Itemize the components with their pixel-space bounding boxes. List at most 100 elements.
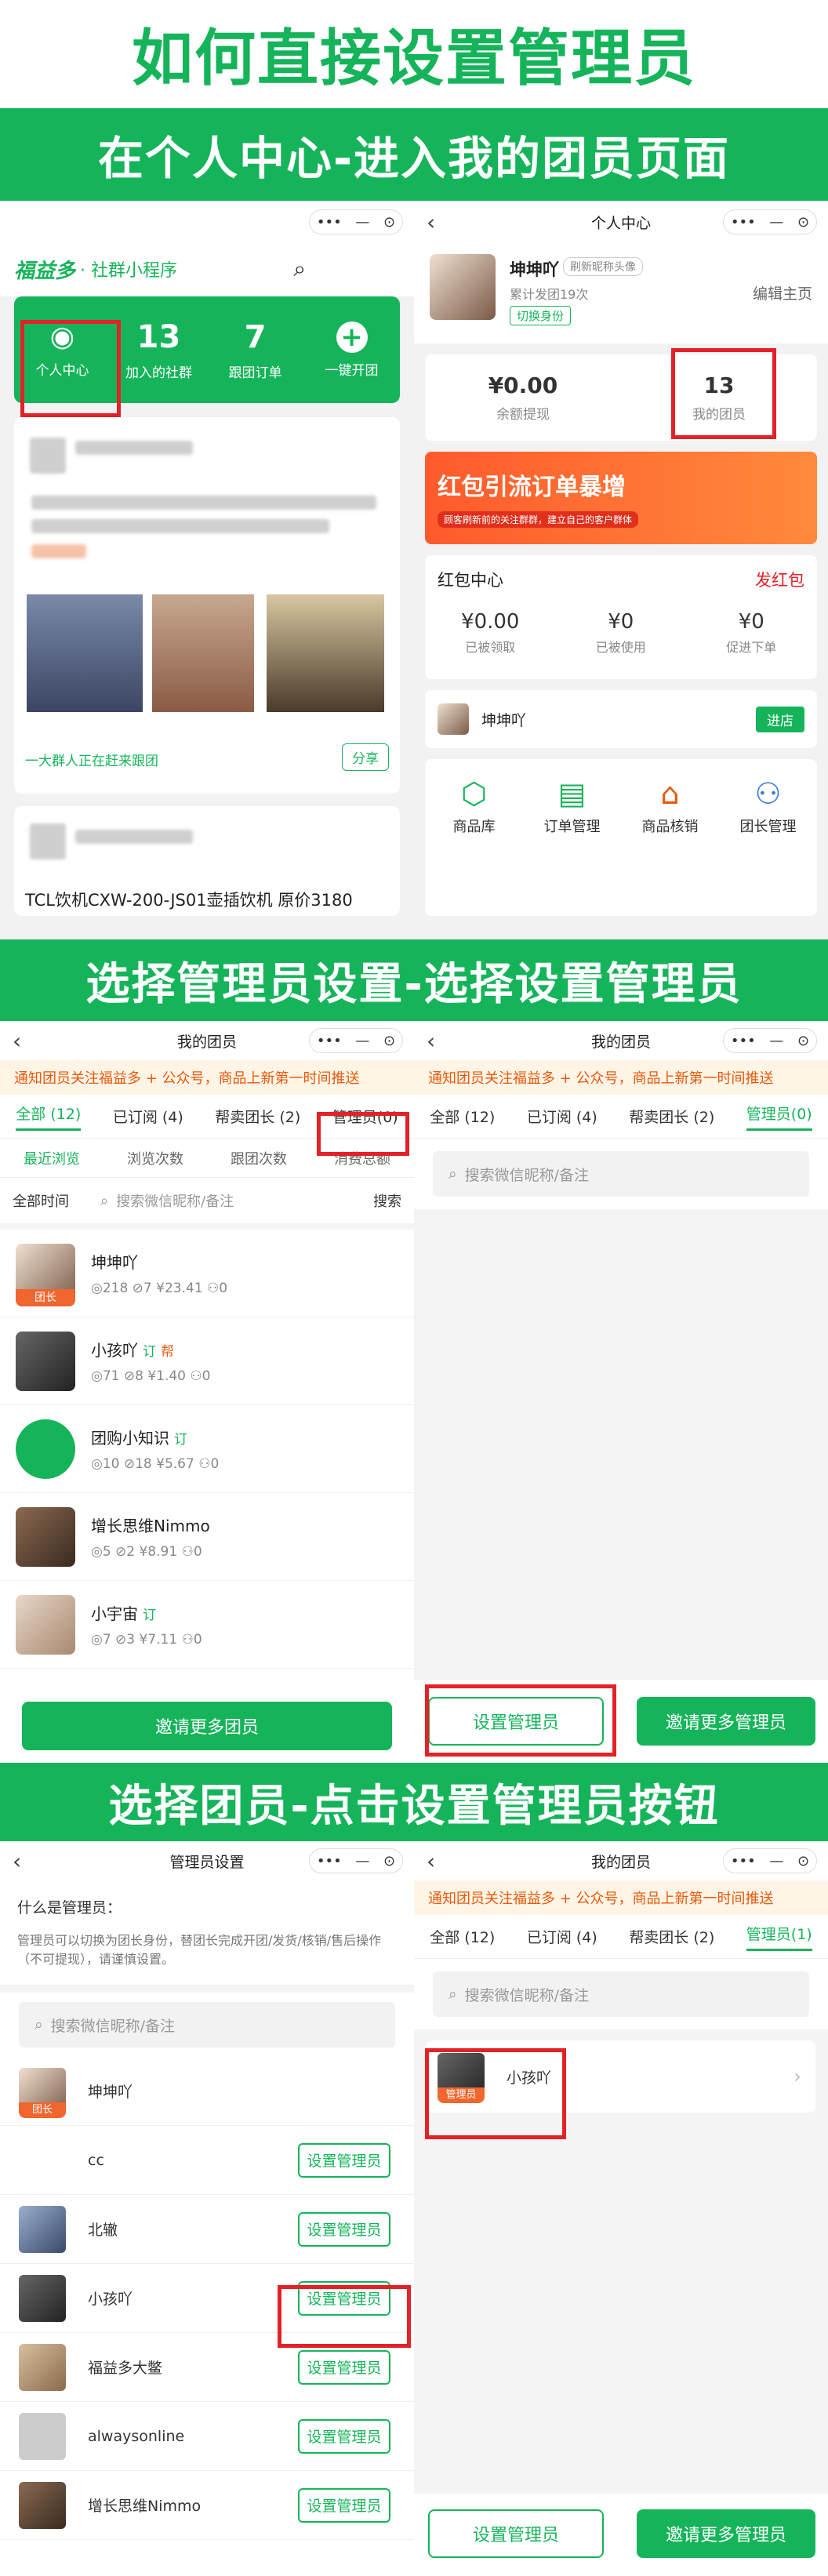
set-admin-button[interactable]: 设置管理员 [298,2211,390,2247]
tab-admins[interactable]: 管理员(1) [746,1923,812,1951]
set-admin-button[interactable]: 设置管理员 [298,2142,390,2178]
tab-helper-leaders[interactable]: 帮卖团长 (2) [629,1926,714,1947]
panel-admins-empty: ‹ 我的团员 ••• — ⊙ 通知团员关注福益多 + 公众号，商品上新第一时间推送 … [414,1021,828,1763]
product-image[interactable] [267,594,384,712]
user-name: 坤坤吖 [510,260,559,279]
cumulative-count: 累计发团19次 [510,287,589,302]
topbar: ‹ 我的团员 ••• — ⊙ [414,1021,828,1060]
search-input[interactable]: ⌕ 搜索微信昵称/备注 [19,2002,395,2047]
member-row[interactable]: 团购小知识订 ◎10 ⊘18 ¥5.67 ⚇0 [0,1405,414,1493]
capsule-menu[interactable]: ••• — ⊙ [309,1848,403,1873]
search-input[interactable]: 搜索微信昵称/备注 [116,1190,234,1211]
member-stats: ◎5 ⊘2 ¥8.91 ⚇0 [91,1544,202,1560]
member-row: cc 设置管理员 [0,2126,414,2195]
product-library[interactable]: ⬡ 商品库 [425,776,523,916]
shop-user: 坤坤吖 [481,711,527,729]
time-filter[interactable]: 全部时间 [13,1190,69,1211]
panel-personal-center: ‹ 个人中心 ••• — ⊙ 坤坤吖 刷新昵称头像 累计发团19次 切换身份 编辑主… [414,202,828,939]
member-tabs: 全部 (12) 已订阅 (4) 帮卖团长 (2) 管理员(1) [414,1915,828,1959]
invite-admin-button[interactable]: 邀请更多管理员 [637,1697,815,1746]
product-image[interactable] [27,594,143,712]
member-name: cc [88,2151,104,2169]
set-admin-button[interactable]: 设置管理员 [428,2509,604,2558]
subscribed-tag: 订 [174,1432,187,1448]
tab-subscribed[interactable]: 已订阅 (4) [113,1106,183,1127]
sort-joins[interactable]: 跟团次数 [231,1148,287,1168]
avatar [19,2343,66,2391]
avatar [16,1419,75,1479]
tab-all[interactable]: 全部 (12) [16,1103,82,1131]
avatar[interactable] [430,254,496,320]
leader-management[interactable]: ⚇ 团长管理 [719,776,817,916]
back-icon[interactable]: ‹ [427,1028,435,1054]
invite-members-button[interactable]: 邀请更多团员 [22,1702,392,1750]
highlight-set-admin [425,1684,616,1757]
feed-card: TCL饮机CXW-200-JS01壶插饮机 原价3180 [14,806,400,916]
tab-helper-leaders[interactable]: 帮卖团长 (2) [215,1106,300,1127]
tab-all[interactable]: 全部 (12) [430,1106,495,1127]
capsule-menu[interactable]: ••• — ⊙ [309,1028,403,1053]
member-name: 小宇宙 [91,1604,138,1623]
set-admin-button[interactable]: 设置管理员 [298,2487,390,2523]
topbar-title: 我的团员 [176,1033,237,1051]
step1-title: 在个人中心-进入我的团员页面 [0,108,828,201]
sort-views[interactable]: 浏览次数 [127,1148,183,1168]
tab-all[interactable]: 全部 (12) [430,1926,495,1947]
search-input[interactable]: ⌕ 搜索微信昵称/备注 [433,1151,809,1197]
member-name: 小孩吖 [91,1341,138,1360]
leader-badge: 团长 [19,2102,66,2118]
member-row[interactable]: 团长 坤坤吖 ◎218 ⊘7 ¥23.41 ⚇0 [0,1230,414,1317]
back-icon[interactable]: ‹ [427,1848,435,1874]
order-management[interactable]: ▤ 订单管理 [523,776,621,916]
sort-recent[interactable]: 最近浏览 [24,1148,80,1168]
avatar [16,1331,75,1391]
invite-admin-button[interactable]: 邀请更多管理员 [637,2509,815,2558]
edit-home-link[interactable]: 编辑主页 [753,282,812,303]
what-title: 什么是管理员： [17,1899,122,1917]
promo-banner[interactable]: 红包引流订单暴增 顾客刷新前的关注群群，建立自己的客户群体 [425,452,817,544]
balance[interactable]: ¥0.00 余额提现 [425,372,621,423]
switch-role-button[interactable]: 切换身份 [510,306,572,325]
profile-header: 坤坤吖 刷新昵称头像 累计发团19次 切换身份 编辑主页 [414,242,828,343]
share-button[interactable]: 分享 [342,743,389,771]
member-row[interactable]: 增长思维Nimmo ◎5 ⊘2 ¥8.91 ⚇0 [0,1493,414,1581]
product-title[interactable]: TCL饮机CXW-200-JS01壶插饮机 原价3180 [25,888,353,911]
topbar: ‹ 我的团员 ••• — ⊙ [0,1021,414,1060]
search-input[interactable]: ⌕ 搜索微信昵称/备注 [433,1971,809,2017]
nav-groups[interactable]: 13 加入的社群 [111,319,207,381]
topbar-title: 我的团员 [590,1853,651,1871]
capsule-menu[interactable]: ••• — ⊙ [309,209,403,234]
back-icon[interactable]: ‹ [427,209,435,235]
tab-subscribed[interactable]: 已订阅 (4) [527,1106,597,1127]
member-row[interactable]: 小孩吖订帮 ◎71 ⊘8 ¥1.40 ⚇0 [0,1317,414,1405]
send-redpack-button[interactable]: 发红包 [755,568,804,591]
back-icon[interactable]: ‹ [13,1028,21,1054]
member-name: 福益多大鳖 [88,2360,163,2377]
function-grid: ⬡ 商品库 ▤ 订单管理 ⌂ 商品核销 ⚇ 团长管理 [425,759,817,916]
set-admin-button[interactable]: 设置管理员 [298,2418,390,2454]
member-stats: ◎71 ⊘8 ¥1.40 ⚇0 [91,1368,211,1384]
enter-shop-button[interactable]: 进店 [756,706,804,732]
tab-admins[interactable]: 管理员(0) [746,1103,812,1131]
capsule-menu[interactable]: ••• — ⊙ [723,1848,817,1873]
member-name: 小孩吖 [88,2291,133,2308]
member-name: 增长思维Nimmo [88,2498,202,2515]
set-admin-button[interactable]: 设置管理员 [298,2349,390,2385]
capsule-menu[interactable]: ••• — ⊙ [723,209,817,234]
product-verify[interactable]: ⌂ 商品核销 [621,776,719,916]
nav-orders[interactable]: 7 跟团订单 [207,319,303,381]
chevron-right-icon: › [794,2066,801,2087]
member-row[interactable]: 小宇宙订 ◎7 ⊘3 ¥7.11 ⚇0 [0,1581,414,1669]
search-icon[interactable]: ⌕ [293,256,306,282]
redpack-stats: ¥0.00 已被领取 ¥0 已被使用 ¥0 促进下单 [461,610,777,655]
capsule-menu[interactable]: ••• — ⊙ [723,1028,817,1053]
refresh-avatar-button[interactable]: 刷新昵称头像 [563,257,643,276]
search-button[interactable]: 搜索 [373,1190,401,1211]
product-image[interactable] [152,594,254,712]
back-icon[interactable]: ‹ [13,1848,21,1874]
tab-helper-leaders[interactable]: 帮卖团长 (2) [629,1106,714,1127]
notice-bar: 通知团员关注福益多 + 公众号，商品上新第一时间推送 [414,1880,828,1915]
nav-start-group[interactable]: + 一键开团 [303,321,400,379]
tab-subscribed[interactable]: 已订阅 (4) [527,1926,597,1947]
what-desc: 管理员可以切换为团长身份，替团长完成开团/发货/核销/售后操作（不可提现），请谨… [17,1933,382,1967]
